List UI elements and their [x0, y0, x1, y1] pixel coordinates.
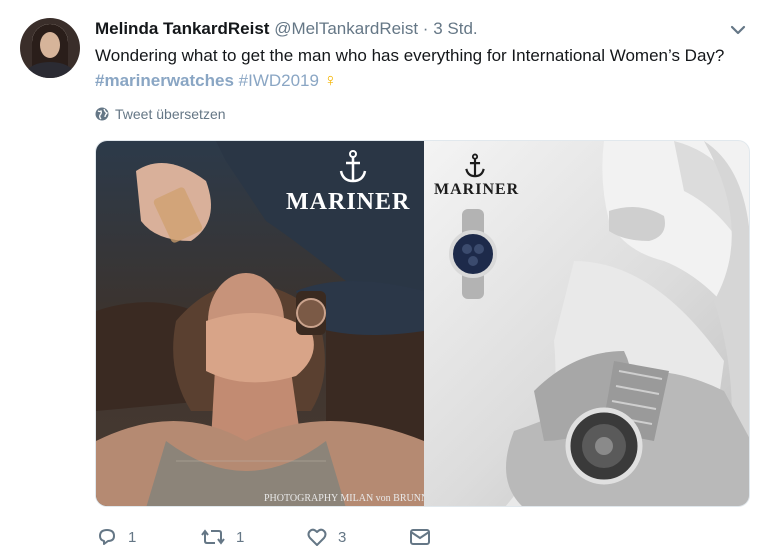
like-count: 3	[338, 528, 347, 546]
like-button[interactable]: 3	[306, 526, 346, 548]
handle[interactable]: @MelTankardReist	[274, 19, 418, 38]
chevron-down-icon[interactable]	[728, 20, 748, 40]
tweet: Melinda TankardReist @MelTankardReist · …	[0, 0, 770, 560]
tweet-actions: 1 1 3	[96, 526, 496, 552]
ad-image-left: MARINER PHOTOGRAPHY MILAN von BRUNN	[96, 141, 424, 506]
display-name[interactable]: Melinda TankardReist	[95, 19, 269, 38]
brand-logo-left: MARINER	[286, 189, 411, 215]
direct-message-button[interactable]	[408, 526, 432, 548]
heart-icon	[307, 528, 327, 546]
timestamp[interactable]: 3 Std.	[433, 19, 477, 38]
translate-tweet-link[interactable]: Tweet übersetzen	[95, 106, 226, 122]
retweet-icon	[201, 529, 225, 545]
photo-credit: PHOTOGRAPHY MILAN von BRUNN	[264, 493, 424, 504]
hashtag-link[interactable]: #IWD2019	[239, 71, 319, 90]
translate-label: Tweet übersetzen	[115, 106, 226, 122]
reply-button[interactable]: 1	[96, 526, 136, 548]
hashtag-link[interactable]: #marinerwatches	[95, 71, 234, 90]
ad-image-right: MARINER	[424, 141, 749, 506]
avatar-face	[40, 32, 60, 58]
separator-dot: ·	[422, 19, 429, 38]
reply-count: 1	[128, 528, 137, 546]
brand-logo-right: MARINER	[434, 181, 520, 198]
tweet-body: Wondering what to get the man who has ev…	[95, 46, 725, 65]
reply-icon	[99, 529, 115, 545]
tweet-media[interactable]: MARINER PHOTOGRAPHY MILAN von BRUNN MARI…	[95, 140, 750, 507]
anchor-logo-icon	[464, 153, 486, 184]
retweet-button[interactable]: 1	[200, 526, 244, 548]
anchor-logo-icon	[338, 149, 368, 190]
retweet-count: 1	[236, 528, 245, 546]
tweet-header: Melinda TankardReist @MelTankardReist · …	[95, 18, 478, 40]
globe-icon	[95, 107, 109, 121]
tweet-text: Wondering what to get the man who has ev…	[95, 44, 745, 93]
envelope-icon	[410, 529, 430, 545]
avatar[interactable]	[20, 18, 80, 78]
venus-emoji: ♀	[323, 70, 338, 90]
